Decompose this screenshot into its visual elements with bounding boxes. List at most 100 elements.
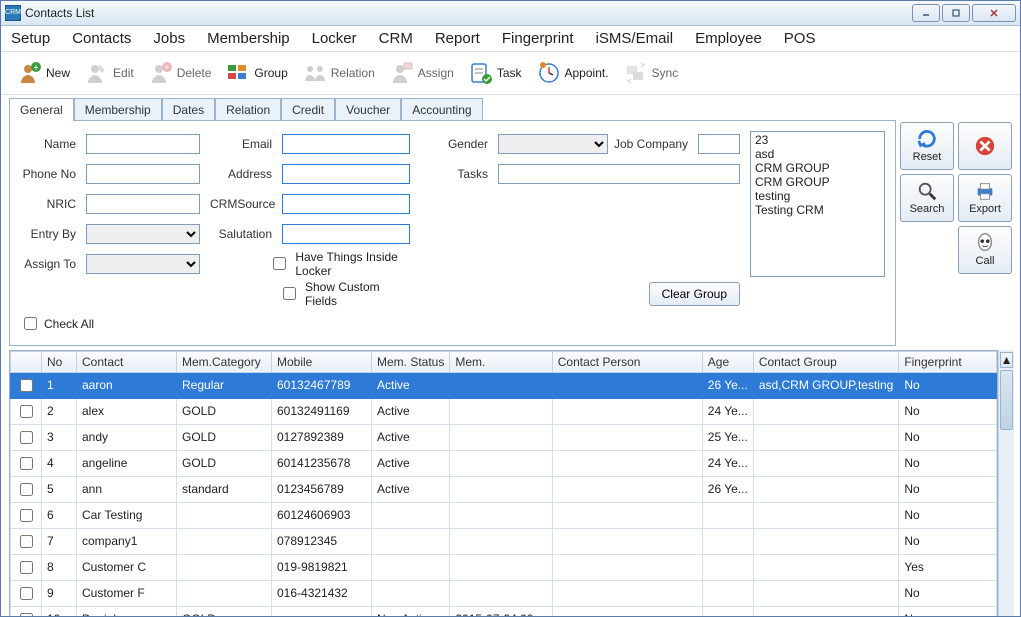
address-input[interactable] bbox=[282, 164, 410, 184]
entryby-label: Entry By bbox=[20, 227, 80, 241]
export-button[interactable]: Export bbox=[958, 174, 1012, 222]
table-row[interactable]: 5annstandard0123456789Active26 Ye...No bbox=[11, 476, 997, 502]
col-mem[interactable]: Mem. bbox=[450, 351, 552, 372]
email-input[interactable] bbox=[282, 134, 410, 154]
relation-icon bbox=[302, 60, 328, 86]
reset-button[interactable]: Reset bbox=[900, 122, 954, 170]
tab-relation[interactable]: Relation bbox=[215, 98, 281, 121]
appoint-button[interactable]: Appoint. bbox=[530, 56, 615, 90]
table-row[interactable]: 9Customer F016-4321432No bbox=[11, 580, 997, 606]
crmsource-input[interactable] bbox=[282, 194, 410, 214]
col-fingerprint[interactable]: Fingerprint bbox=[899, 351, 997, 372]
menu-crm[interactable]: CRM bbox=[379, 30, 413, 47]
row-checkbox[interactable] bbox=[20, 431, 33, 444]
menu-employee[interactable]: Employee bbox=[695, 30, 762, 47]
delete-button[interactable]: ×Delete bbox=[142, 56, 218, 90]
maximize-button[interactable] bbox=[942, 4, 970, 22]
entryby-select[interactable] bbox=[86, 224, 200, 244]
col-contact[interactable]: Contact bbox=[77, 351, 177, 372]
table-row[interactable]: 2alexGOLD60132491169Active24 Ye...No bbox=[11, 398, 997, 424]
table-row[interactable]: 10DanielGOLDNon Active2015-07-24 00:...N… bbox=[11, 606, 997, 616]
checkall-label: Check All bbox=[44, 317, 94, 331]
group-list-item[interactable]: 23 bbox=[755, 133, 880, 147]
col-memstatus[interactable]: Mem. Status bbox=[372, 351, 450, 372]
new-button[interactable]: +New bbox=[11, 56, 76, 90]
tab-general[interactable]: General bbox=[9, 98, 74, 121]
row-checkbox[interactable] bbox=[20, 613, 33, 617]
row-checkbox[interactable] bbox=[20, 405, 33, 418]
row-checkbox[interactable] bbox=[20, 457, 33, 470]
edit-button[interactable]: Edit bbox=[78, 56, 140, 90]
table-row[interactable]: 7company1078912345No bbox=[11, 528, 997, 554]
group-list-item[interactable]: Testing CRM bbox=[755, 203, 880, 217]
row-checkbox[interactable] bbox=[20, 535, 33, 548]
tab-membership[interactable]: Membership bbox=[74, 98, 162, 121]
search-button[interactable]: Search bbox=[900, 174, 954, 222]
task-button[interactable]: Task bbox=[462, 56, 528, 90]
phone-input[interactable] bbox=[86, 164, 200, 184]
scroll-up-icon[interactable]: ▲ bbox=[1000, 352, 1013, 368]
minimize-button[interactable] bbox=[912, 4, 940, 22]
havethings-label: Have Things Inside Locker bbox=[295, 250, 410, 278]
menu-setup[interactable]: Setup bbox=[11, 30, 50, 47]
table-row[interactable]: 3andyGOLD0127892389Active25 Ye...No bbox=[11, 424, 997, 450]
clear-group-button[interactable]: Clear Group bbox=[649, 282, 740, 306]
col-age[interactable]: Age bbox=[702, 351, 753, 372]
col-group[interactable]: Contact Group bbox=[753, 351, 899, 372]
salutation-input[interactable] bbox=[282, 224, 410, 244]
row-checkbox[interactable] bbox=[20, 587, 33, 600]
table-row[interactable]: 4angelineGOLD60141235678Active24 Ye...No bbox=[11, 450, 997, 476]
phone-label: Phone No bbox=[20, 167, 80, 181]
jobcompany-input[interactable] bbox=[698, 134, 740, 154]
call-button[interactable]: Call bbox=[958, 226, 1012, 274]
row-checkbox[interactable] bbox=[20, 509, 33, 522]
call-icon bbox=[974, 232, 996, 254]
scroll-thumb[interactable] bbox=[1000, 370, 1013, 430]
tab-accounting[interactable]: Accounting bbox=[401, 98, 482, 121]
row-checkbox[interactable] bbox=[20, 483, 33, 496]
menu-membership[interactable]: Membership bbox=[207, 30, 290, 47]
row-checkbox[interactable] bbox=[20, 561, 33, 574]
col-no[interactable]: No bbox=[42, 351, 77, 372]
customfields-checkbox[interactable] bbox=[283, 287, 296, 300]
sync-button[interactable]: Sync bbox=[617, 56, 685, 90]
col-person[interactable]: Contact Person bbox=[552, 351, 702, 372]
nric-input[interactable] bbox=[86, 194, 200, 214]
vertical-scrollbar[interactable]: ▲ ▼ bbox=[998, 350, 1014, 617]
tasks-input[interactable] bbox=[498, 164, 740, 184]
col-memcat[interactable]: Mem.Category bbox=[177, 351, 272, 372]
tab-voucher[interactable]: Voucher bbox=[335, 98, 401, 121]
col-mobile[interactable]: Mobile bbox=[272, 351, 372, 372]
tab-dates[interactable]: Dates bbox=[162, 98, 215, 121]
group-list-item[interactable]: testing bbox=[755, 189, 880, 203]
col-check[interactable] bbox=[11, 351, 42, 372]
table-row[interactable]: 6Car Testing60124606903No bbox=[11, 502, 997, 528]
menu-contacts[interactable]: Contacts bbox=[72, 30, 131, 47]
menu-jobs[interactable]: Jobs bbox=[153, 30, 185, 47]
menu-locker[interactable]: Locker bbox=[312, 30, 357, 47]
close-panel-button[interactable] bbox=[958, 122, 1012, 170]
assign-button[interactable]: Assign bbox=[383, 56, 460, 90]
table-row[interactable]: 8Customer C019-9819821Yes bbox=[11, 554, 997, 580]
person-edit-icon bbox=[84, 60, 110, 86]
menu-pos[interactable]: POS bbox=[784, 30, 816, 47]
group-list-item[interactable]: asd bbox=[755, 147, 880, 161]
checkall-checkbox[interactable] bbox=[24, 317, 37, 330]
gender-select[interactable] bbox=[498, 134, 608, 154]
group-list[interactable]: 23 asd CRM GROUP CRM GROUP testing Testi… bbox=[750, 131, 885, 277]
assignto-select[interactable] bbox=[86, 254, 200, 274]
table-row[interactable]: 1aaronRegular60132467789Active26 Ye...as… bbox=[11, 372, 997, 398]
close-button[interactable] bbox=[972, 4, 1016, 22]
relation-button[interactable]: Relation bbox=[296, 56, 381, 90]
havethings-checkbox[interactable] bbox=[273, 257, 286, 270]
row-checkbox[interactable] bbox=[20, 379, 33, 392]
tab-credit[interactable]: Credit bbox=[281, 98, 335, 121]
group-list-item[interactable]: CRM GROUP bbox=[755, 161, 880, 175]
name-input[interactable] bbox=[86, 134, 200, 154]
group-list-item[interactable]: CRM GROUP bbox=[755, 175, 880, 189]
menu-report[interactable]: Report bbox=[435, 30, 480, 47]
menu-fingerprint[interactable]: Fingerprint bbox=[502, 30, 574, 47]
contacts-table-container[interactable]: No Contact Mem.Category Mobile Mem. Stat… bbox=[9, 350, 998, 617]
group-button[interactable]: Group bbox=[219, 56, 293, 90]
menu-isms-email[interactable]: iSMS/Email bbox=[596, 30, 674, 47]
